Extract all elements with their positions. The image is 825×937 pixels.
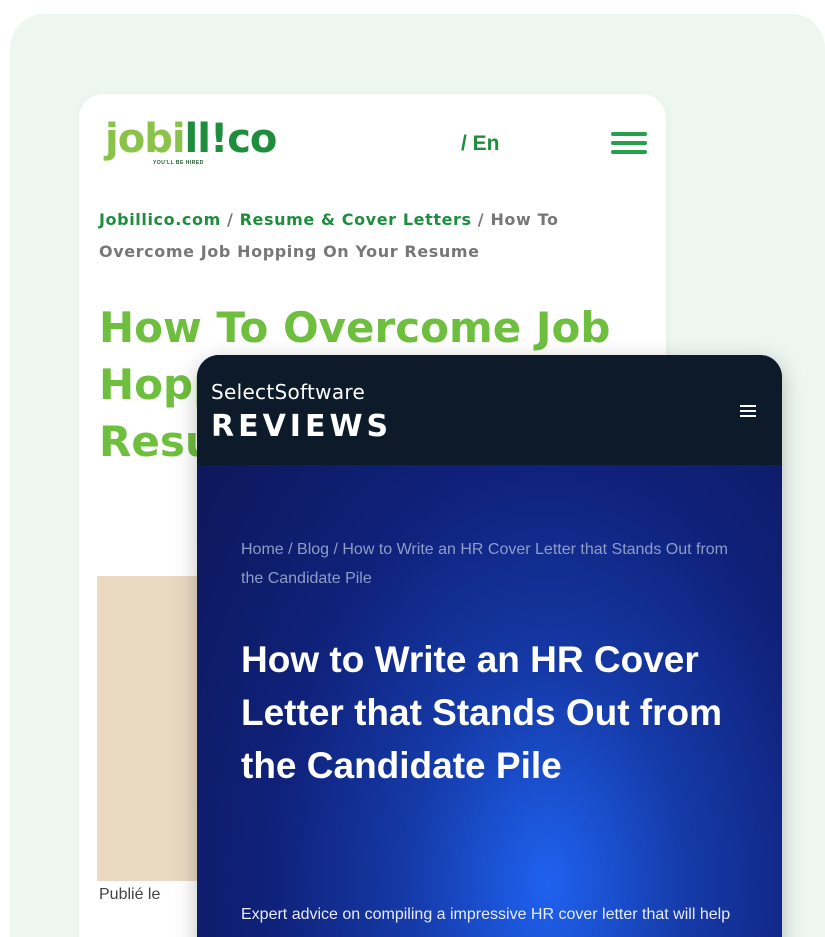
ss-logo-top-text[interactable]: SelectSoftware xyxy=(211,380,365,404)
logo-part-3: !co xyxy=(209,116,277,162)
breadcrumb: Jobillico.com / Resume & Cover Letters /… xyxy=(99,204,654,268)
hamburger-menu-icon[interactable] xyxy=(740,405,756,417)
showcase-background: jobill!co YOU'LL BE HIRED / En Jobillico… xyxy=(10,14,825,937)
breadcrumb-separator: / xyxy=(471,210,491,229)
language-switch[interactable]: / En xyxy=(461,132,500,156)
site-header: SelectSoftware REVIEWS xyxy=(197,355,782,465)
ss-logo-bottom-text[interactable]: REVIEWS xyxy=(211,409,392,444)
logo-part-2: ll xyxy=(184,116,211,162)
hamburger-menu-icon[interactable] xyxy=(611,132,647,154)
breadcrumb-separator: / xyxy=(220,210,240,229)
logo-tagline: YOU'LL BE HIRED xyxy=(153,160,204,166)
published-date: Publié le xyxy=(99,886,161,903)
breadcrumb[interactable]: Home / Blog / How to Write an HR Cover L… xyxy=(241,535,741,593)
page-title: How to Write an HR Cover Letter that Sta… xyxy=(241,639,723,786)
jobillico-logo-text: jobill!co xyxy=(105,116,277,162)
selectsoftware-page-card: SelectSoftware REVIEWS Home / Blog / How… xyxy=(197,355,782,937)
breadcrumb-home-link[interactable]: Jobillico.com xyxy=(99,210,221,229)
article-description: Expert advice on compiling a impressive … xyxy=(241,906,731,937)
logo-part-1: jobi xyxy=(105,116,186,162)
jobillico-logo[interactable]: jobill!co YOU'LL BE HIRED xyxy=(105,116,277,171)
breadcrumb-section-link[interactable]: Resume & Cover Letters xyxy=(240,210,472,229)
